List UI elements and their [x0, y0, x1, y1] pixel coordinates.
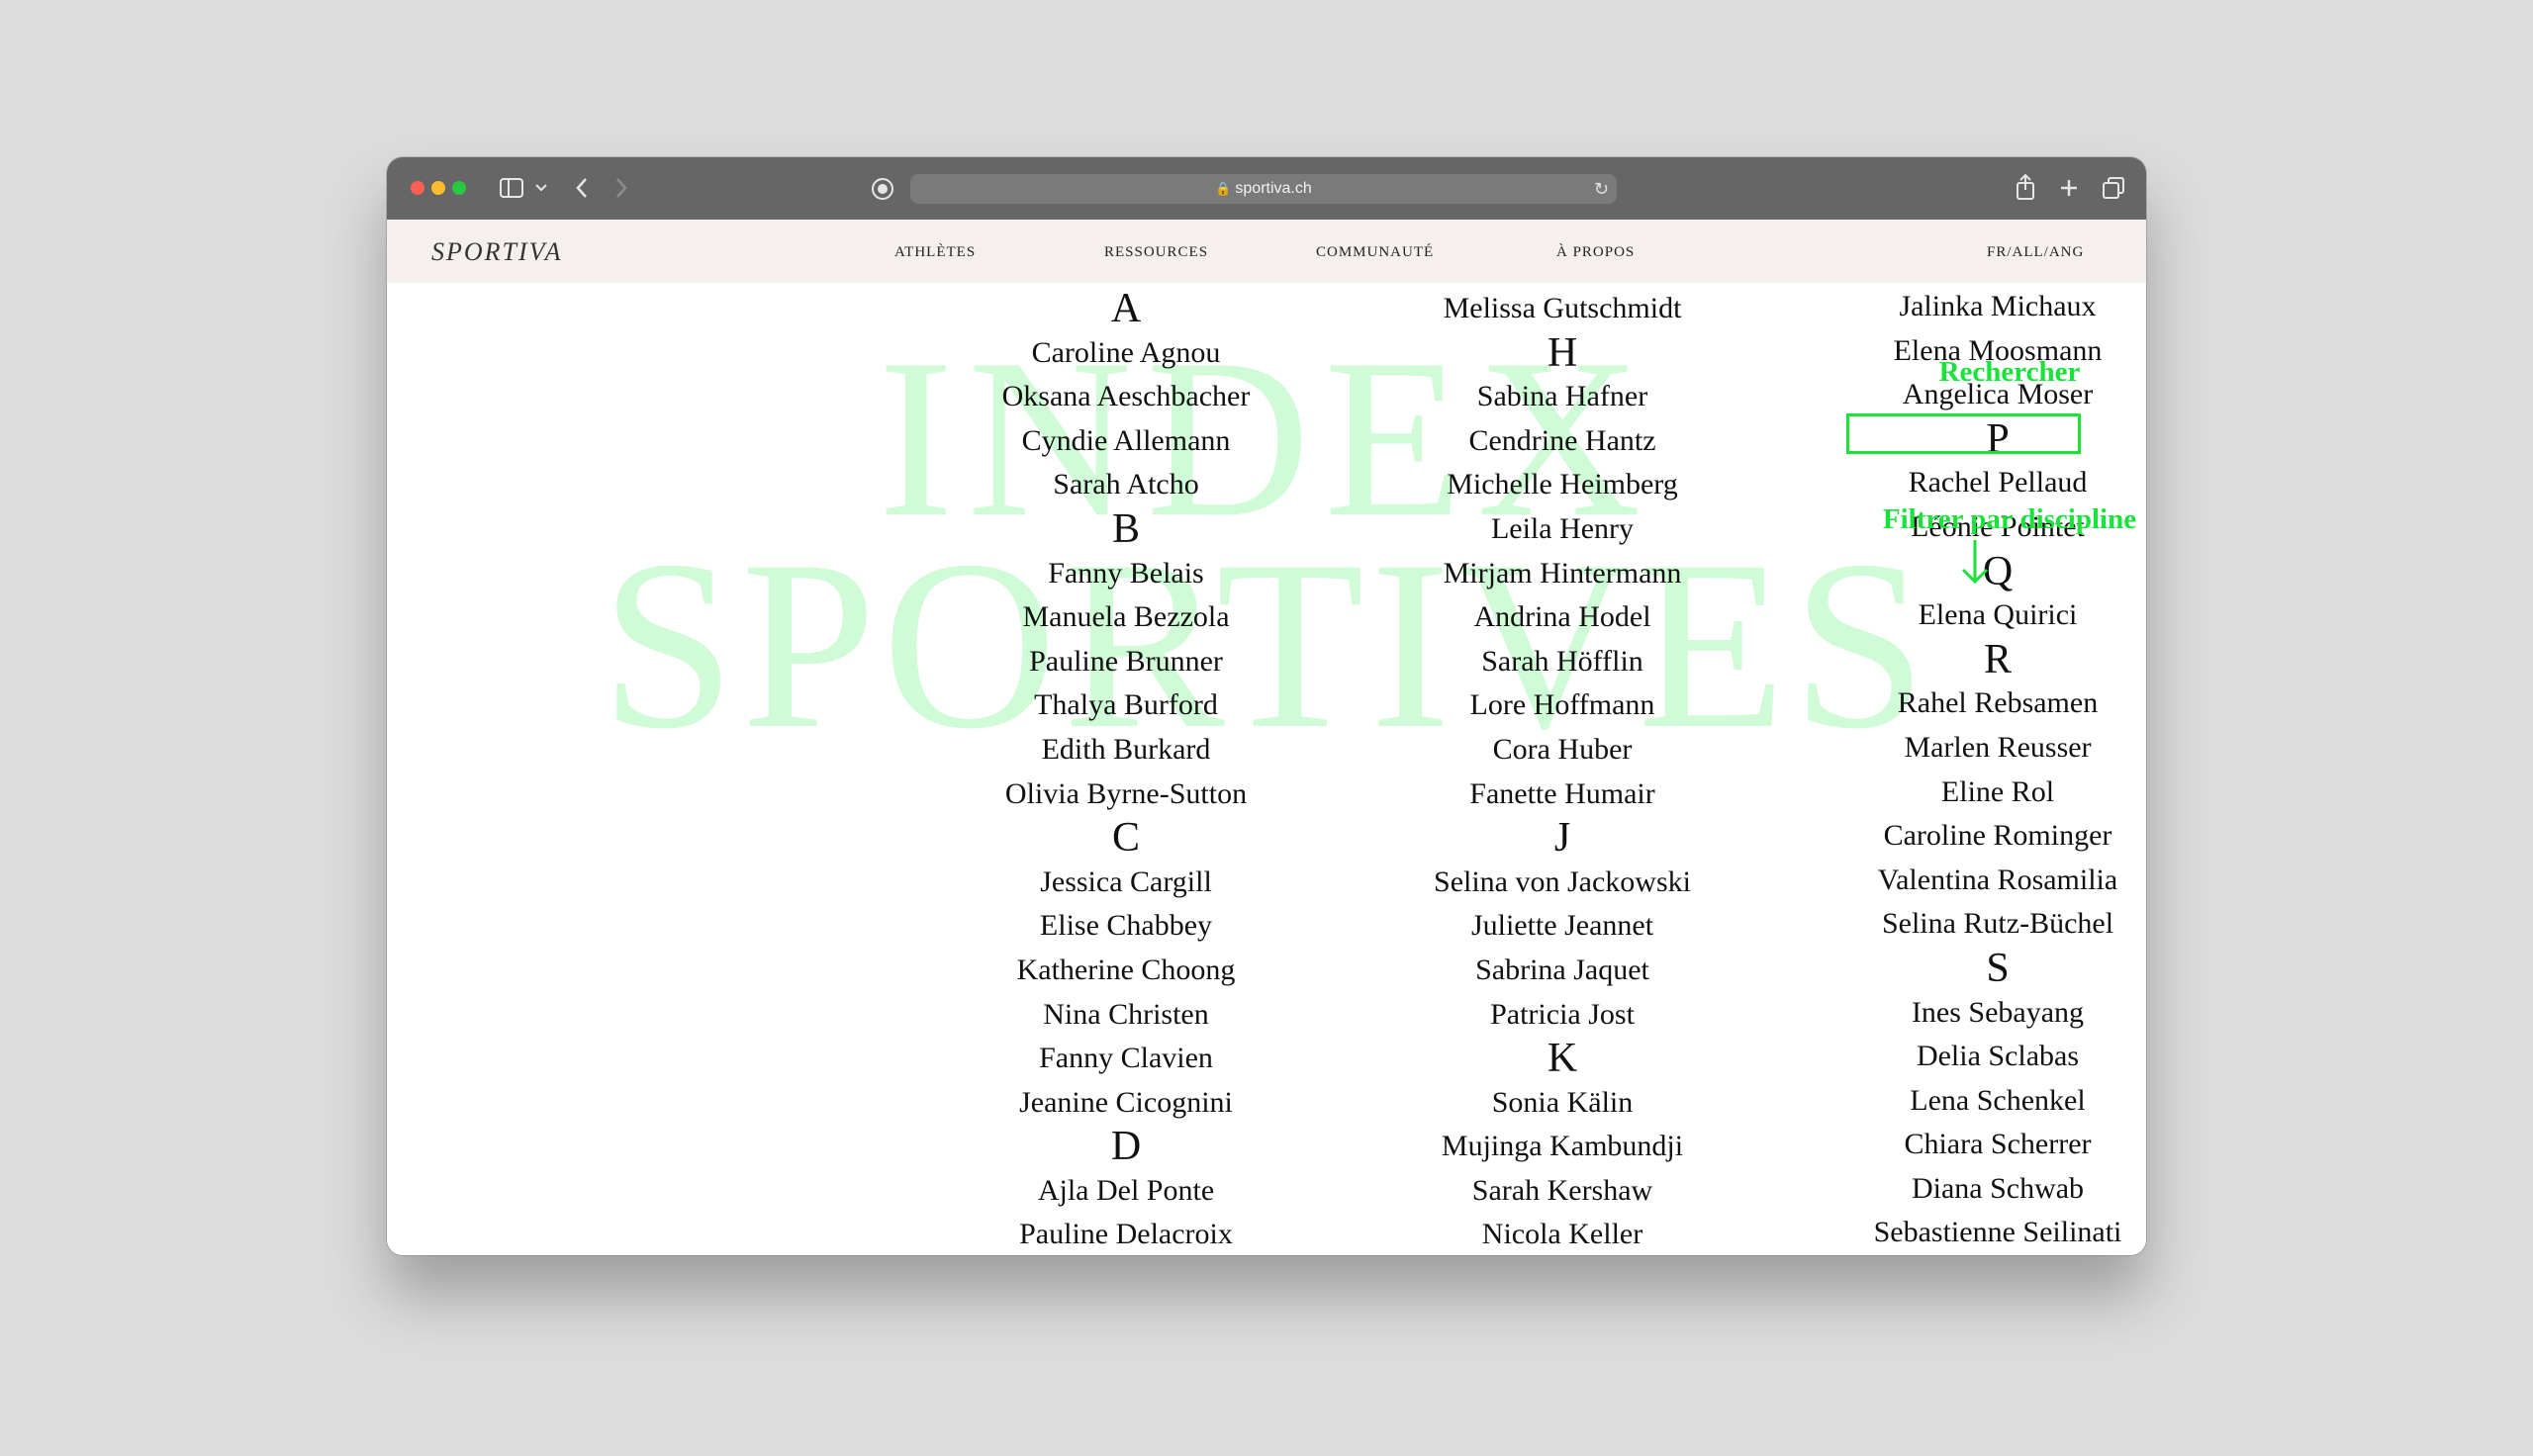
- athlete-link[interactable]: Jeanine Cicognini: [918, 1081, 1334, 1126]
- athlete-link[interactable]: Olivia Byrne-Sutton: [918, 773, 1334, 817]
- athlete-link[interactable]: Leila Henry: [1355, 507, 1770, 552]
- athlete-link[interactable]: Fanette Humair: [1355, 773, 1770, 817]
- athlete-link[interactable]: Pauline Brunner: [918, 640, 1334, 684]
- index-letter: R: [1983, 636, 2012, 682]
- browser-window: 🔒 sportiva.ch ↻ SPORTIVA ATHLÈTES RESSOUR…: [387, 157, 2146, 1255]
- athlete-link[interactable]: Marlen Reusser: [1790, 726, 2146, 771]
- site-header: SPORTIVA ATHLÈTES RESSOURCES COMMUNAUTÉ …: [387, 220, 2146, 283]
- athlete-link[interactable]: Cora Huber: [1355, 728, 1770, 773]
- arrow-down-icon[interactable]: [1955, 538, 1995, 586]
- athlete-link[interactable]: Pauline Delacroix: [918, 1213, 1334, 1255]
- tab-overview-icon[interactable]: [2102, 176, 2125, 200]
- athlete-link[interactable]: Sarah Atcho: [918, 463, 1334, 507]
- athlete-link[interactable]: Nina Christen: [918, 993, 1334, 1038]
- index-letter: D: [1110, 1124, 1142, 1170]
- close-window-button[interactable]: [411, 181, 424, 195]
- athlete-link[interactable]: Lena Schenkel: [1790, 1079, 2146, 1124]
- site-logo[interactable]: SPORTIVA: [431, 237, 563, 267]
- index-letter: C: [1111, 815, 1140, 862]
- athlete-link[interactable]: Cendrine Hantz: [1355, 419, 1770, 464]
- index-letter: J: [1553, 815, 1571, 862]
- athlete-link[interactable]: Rachel Pellaud: [1790, 461, 2146, 505]
- athlete-link[interactable]: Caroline Rominger: [1790, 814, 2146, 859]
- athlete-link[interactable]: Jalinka Michaux: [1790, 285, 2146, 329]
- athlete-link[interactable]: Oksana Aeschbacher: [918, 375, 1334, 419]
- athlete-link[interactable]: Lore Hoffmann: [1355, 683, 1770, 728]
- index-letter: B: [1111, 505, 1140, 552]
- athlete-link[interactable]: Elise Chabbey: [918, 904, 1334, 949]
- nav-item-a-propos[interactable]: À PROPOS: [1556, 244, 1635, 261]
- index-content: INDEX SPORTIVES A Caroline Agnou Oksana Ae…: [387, 283, 2146, 1255]
- forward-icon[interactable]: [614, 177, 628, 199]
- athlete-column-1: A Caroline Agnou Oksana Aeschbacher Cyndie …: [918, 287, 1334, 1255]
- athlete-link[interactable]: Melissa Gutschmidt: [1355, 287, 1770, 331]
- athlete-link[interactable]: Cyndie Allemann: [918, 419, 1334, 464]
- back-icon[interactable]: [575, 177, 589, 199]
- athlete-link[interactable]: Sarah Kershaw: [1355, 1169, 1770, 1214]
- athlete-link[interactable]: Valentina Rosamilia: [1790, 859, 2146, 903]
- athlete-link[interactable]: Sebastienne Seilinati: [1790, 1211, 2146, 1255]
- nav-item-athletes[interactable]: ATHLÈTES: [894, 244, 976, 261]
- athlete-link[interactable]: Edith Burkard: [918, 728, 1334, 773]
- nav-item-ressources[interactable]: RESSOURCES: [1104, 244, 1208, 261]
- athlete-link[interactable]: Sabrina Jaquet: [1355, 949, 1770, 993]
- sidebar-toggle-icon[interactable]: [500, 178, 523, 198]
- athlete-link[interactable]: Sonia Kälin: [1355, 1081, 1770, 1126]
- athlete-link[interactable]: Sarah Höfflin: [1355, 640, 1770, 684]
- athlete-link[interactable]: Katherine Choong: [918, 949, 1334, 993]
- reload-icon[interactable]: ↻: [1594, 179, 1609, 200]
- athlete-link[interactable]: Mirjam Hintermann: [1355, 552, 1770, 596]
- athlete-link[interactable]: Ajla Del Ponte: [918, 1169, 1334, 1214]
- athlete-link[interactable]: Delia Sclabas: [1790, 1035, 2146, 1079]
- search-input[interactable]: [1846, 413, 2081, 454]
- nav-item-communaute[interactable]: COMMUNAUTÉ: [1316, 244, 1434, 261]
- athlete-link[interactable]: Eline Rol: [1790, 771, 2146, 815]
- athlete-link[interactable]: Diana Schwab: [1790, 1167, 2146, 1212]
- athlete-link[interactable]: Fanny Belais: [918, 552, 1334, 596]
- language-switcher[interactable]: FR/ALL/ANG: [1987, 244, 2084, 261]
- browser-toolbar: 🔒 sportiva.ch ↻: [387, 157, 2146, 220]
- athlete-link[interactable]: Patricia Jost: [1355, 993, 1770, 1038]
- athlete-link[interactable]: Andrina Hodel: [1355, 595, 1770, 640]
- athlete-link[interactable]: Chiara Scherrer: [1790, 1123, 2146, 1167]
- athlete-link[interactable]: Selina Rutz-Büchel: [1790, 902, 2146, 947]
- zoom-window-button[interactable]: [452, 181, 466, 195]
- athlete-link[interactable]: Sabina Hafner: [1355, 375, 1770, 419]
- minimize-window-button[interactable]: [431, 181, 445, 195]
- athlete-link[interactable]: Juliette Jeannet: [1355, 904, 1770, 949]
- index-letter: A: [1110, 286, 1142, 331]
- chevron-down-icon[interactable]: [535, 184, 547, 192]
- athlete-column-2: Melissa Gutschmidt H Sabina Hafner Cendrine…: [1355, 287, 1770, 1255]
- new-tab-icon[interactable]: [2059, 178, 2079, 198]
- filter-by-discipline-button[interactable]: Filtrer par discipline: [1812, 503, 2146, 536]
- index-letter: H: [1547, 329, 1578, 376]
- url-text: sportiva.ch: [1235, 180, 1312, 197]
- search-label: Rechercher: [1938, 356, 2081, 388]
- index-letter: K: [1547, 1036, 1578, 1082]
- athlete-link[interactable]: Selina von Jackowski: [1355, 861, 1770, 905]
- site-privacy-icon[interactable]: [871, 177, 894, 201]
- athlete-link[interactable]: Ines Sebayang: [1790, 991, 2146, 1036]
- athlete-link[interactable]: Caroline Agnou: [918, 331, 1334, 376]
- athlete-link[interactable]: Nicola Keller: [1355, 1213, 1770, 1255]
- lock-icon: 🔒: [1215, 181, 1232, 196]
- address-bar[interactable]: 🔒 sportiva.ch ↻: [910, 174, 1617, 204]
- athlete-link[interactable]: Rahel Rebsamen: [1790, 682, 2146, 726]
- athlete-link[interactable]: Manuela Bezzola: [918, 595, 1334, 640]
- athlete-link[interactable]: Michelle Heimberg: [1355, 463, 1770, 507]
- index-letter: S: [1986, 945, 2010, 991]
- athlete-link[interactable]: Mujinga Kambundji: [1355, 1125, 1770, 1169]
- athlete-link[interactable]: Elena Quirici: [1790, 593, 2146, 638]
- share-icon[interactable]: [2015, 173, 2036, 201]
- athlete-link[interactable]: Thalya Burford: [918, 683, 1334, 728]
- athlete-link[interactable]: Fanny Clavien: [918, 1037, 1334, 1081]
- athlete-link[interactable]: Jessica Cargill: [918, 861, 1334, 905]
